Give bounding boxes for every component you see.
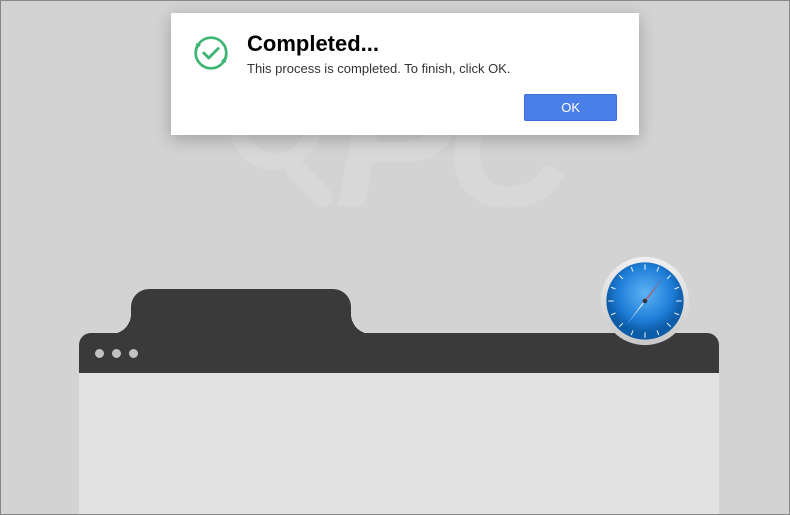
- dialog-message: This process is completed. To finish, cl…: [247, 61, 617, 76]
- traffic-light-dot: [95, 349, 104, 358]
- completed-check-icon: [193, 35, 229, 76]
- traffic-light-dot: [112, 349, 121, 358]
- ok-button[interactable]: OK: [524, 94, 617, 121]
- browser-tab: [131, 289, 351, 334]
- dialog-title: Completed...: [247, 31, 617, 57]
- browser-body: [79, 373, 719, 514]
- completed-dialog: Completed... This process is completed. …: [171, 13, 639, 135]
- safari-icon: [599, 255, 691, 347]
- traffic-light-dot: [129, 349, 138, 358]
